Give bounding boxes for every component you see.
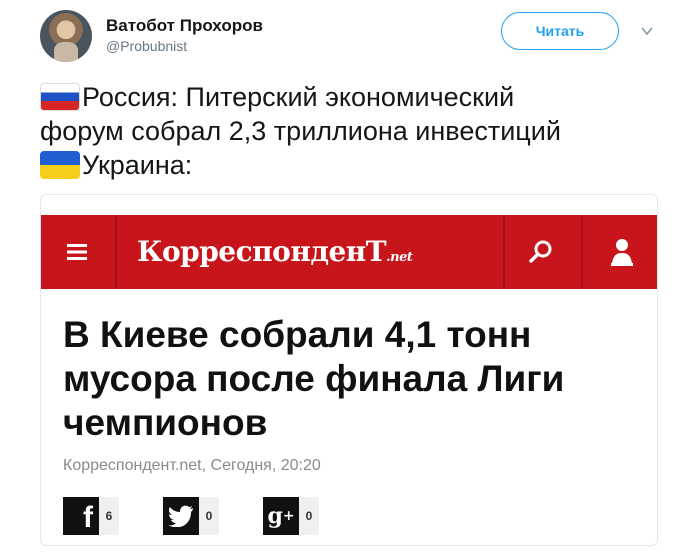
author-name[interactable]: Ватобот Прохоров (106, 16, 263, 36)
header-divider (581, 215, 583, 289)
author-handle[interactable]: @Probubnist (106, 38, 187, 54)
twitter-count: 0 (199, 497, 219, 535)
tweet-header: Ватобот Прохоров @Probubnist Читать (40, 8, 670, 64)
twitter-icon (163, 497, 199, 535)
ukraine-flag-icon (40, 151, 80, 179)
site-logo-tld: .net (386, 250, 413, 265)
search-icon[interactable] (528, 239, 554, 265)
twitter-bird-icon (168, 505, 193, 527)
user-icon[interactable] (608, 237, 636, 267)
tweet-line-3: Украина: (82, 150, 193, 180)
google-plus-share[interactable]: g + 0 (263, 497, 319, 535)
site-logo-name: КорреспонденТ (137, 235, 387, 268)
header-divider (503, 215, 505, 289)
facebook-icon: f (63, 497, 99, 535)
tweet-line-2: форум собрал 2,3 триллиона инвестиций (40, 116, 561, 146)
facebook-share[interactable]: f 6 (63, 497, 119, 535)
russia-flag-icon (40, 83, 80, 111)
article-headline[interactable]: В Киеве собрали 4,1 тонн мусора после фи… (63, 313, 643, 445)
tweet-line-russia: Россия: Питерский экономический (40, 80, 660, 114)
article-meta: Корреспондент.net, Сегодня, 20:20 (63, 457, 321, 474)
site-logo[interactable]: КорреспонденТ.net (137, 235, 413, 268)
facebook-count: 6 (99, 497, 119, 535)
tweet-line-1: Россия: Питерский экономический (82, 82, 515, 112)
header-divider (115, 215, 117, 289)
google-plus-count: 0 (299, 497, 319, 535)
google-plus-icon: g + (263, 497, 299, 535)
follow-button[interactable]: Читать (501, 12, 619, 50)
tweet-text: Россия: Питерский экономический форум со… (40, 80, 660, 182)
avatar[interactable] (40, 10, 92, 62)
menu-icon[interactable] (67, 243, 87, 261)
tweet-line-forum: форум собрал 2,3 триллиона инвестиций (40, 114, 660, 148)
tweet-line-ukraine: Украина: (40, 148, 660, 182)
chevron-down-icon[interactable] (640, 24, 654, 38)
embedded-screenshot[interactable]: КорреспонденТ.net В Киеве собрали 4,1 то… (40, 194, 658, 546)
twitter-share[interactable]: 0 (163, 497, 219, 535)
site-header-bar: КорреспонденТ.net (41, 215, 657, 289)
